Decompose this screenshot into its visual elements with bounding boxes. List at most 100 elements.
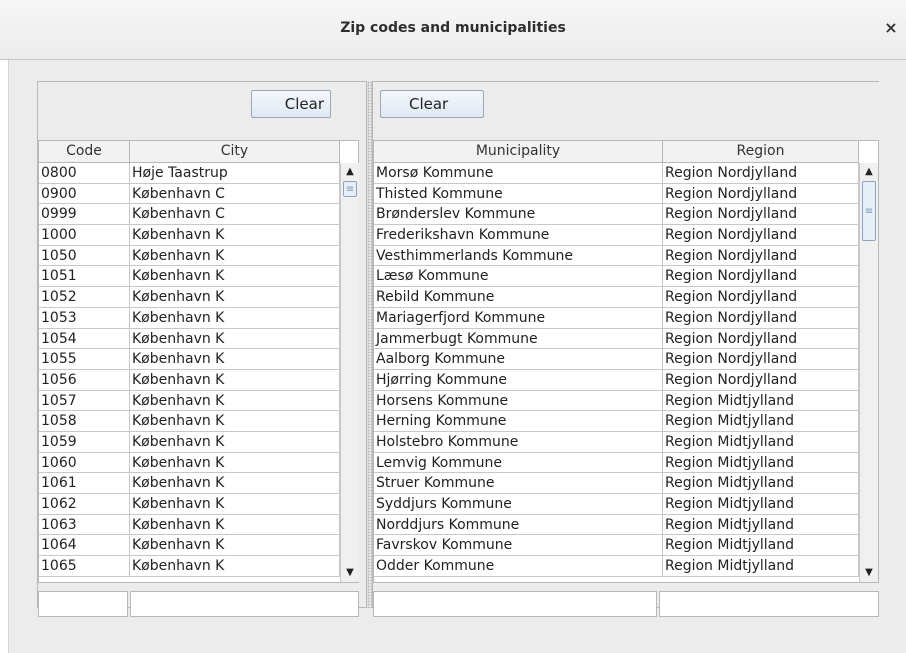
scroll-thumb[interactable]: ≡: [862, 181, 876, 241]
clear-zip-button[interactable]: Clear: [251, 90, 331, 118]
region-cell[interactable]: Region Midtjylland: [663, 535, 859, 557]
table-row[interactable]: Mariagerfjord Kommune Region Nordjylland: [374, 307, 859, 329]
code-cell[interactable]: 1050: [39, 245, 130, 267]
code-cell[interactable]: 0900: [39, 183, 130, 205]
table-row[interactable]: Holstebro Kommune Region Midtjylland: [374, 431, 859, 453]
clear-municipality-button[interactable]: Clear: [380, 90, 484, 118]
table-row[interactable]: Herning Kommune Region Midtjylland: [374, 411, 859, 432]
code-cell[interactable]: 1055: [39, 349, 130, 370]
region-cell[interactable]: Region Midtjylland: [663, 473, 859, 494]
region-cell[interactable]: Region Nordjylland: [663, 204, 859, 226]
municipality-cell[interactable]: Struer Kommune: [374, 473, 663, 494]
table-row[interactable]: Struer Kommune Region Midtjylland: [374, 473, 859, 494]
table-row[interactable]: Aalborg Kommune Region Nordjylland: [374, 349, 859, 370]
city-cell[interactable]: København K: [130, 369, 340, 391]
table-row[interactable]: Rebild Kommune Region Nordjylland: [374, 287, 859, 308]
region-filter-input[interactable]: [659, 591, 879, 617]
region-cell[interactable]: Region Midtjylland: [663, 390, 859, 412]
municipality-cell[interactable]: Mariagerfjord Kommune: [374, 307, 663, 329]
region-cell[interactable]: Region Midtjylland: [663, 514, 859, 536]
table-row[interactable]: 1063 København K: [39, 514, 340, 536]
region-cell[interactable]: Region Midtjylland: [663, 494, 859, 515]
code-cell[interactable]: 1052: [39, 287, 130, 308]
table-row[interactable]: 1057 København K: [39, 390, 340, 412]
table-row[interactable]: 1052 København K: [39, 287, 340, 308]
city-cell[interactable]: København K: [130, 225, 340, 246]
region-cell[interactable]: Region Nordjylland: [663, 225, 859, 246]
table-row[interactable]: Brønderslev Kommune Region Nordjylland: [374, 204, 859, 226]
municipality-cell[interactable]: Morsø Kommune: [374, 163, 663, 184]
table-row[interactable]: Norddjurs Kommune Region Midtjylland: [374, 514, 859, 536]
table-row[interactable]: 1060 København K: [39, 452, 340, 474]
municipality-cell[interactable]: Læsø Kommune: [374, 266, 663, 288]
city-cell[interactable]: København K: [130, 473, 340, 494]
city-cell[interactable]: København K: [130, 390, 340, 412]
table-row[interactable]: 0800 Høje Taastrup: [39, 163, 340, 184]
table-row[interactable]: Læsø Kommune Region Nordjylland: [374, 266, 859, 288]
municipality-cell[interactable]: Norddjurs Kommune: [374, 514, 663, 536]
city-cell[interactable]: København K: [130, 411, 340, 432]
table-row[interactable]: Lemvig Kommune Region Midtjylland: [374, 452, 859, 474]
column-header-city[interactable]: City: [130, 141, 340, 162]
city-cell[interactable]: Høje Taastrup: [130, 163, 340, 184]
city-cell[interactable]: København K: [130, 494, 340, 515]
region-cell[interactable]: Region Nordjylland: [663, 266, 859, 288]
region-cell[interactable]: Region Midtjylland: [663, 431, 859, 453]
table-row[interactable]: Frederikshavn Kommune Region Nordjylland: [374, 225, 859, 246]
code-cell[interactable]: 1058: [39, 411, 130, 432]
code-cell[interactable]: 1053: [39, 307, 130, 329]
city-cell[interactable]: København K: [130, 328, 340, 350]
municipality-cell[interactable]: Odder Kommune: [374, 556, 663, 577]
table-row[interactable]: 1051 København K: [39, 266, 340, 288]
scroll-down-icon[interactable]: ▼: [341, 564, 359, 582]
table-row[interactable]: Hjørring Kommune Region Nordjylland: [374, 369, 859, 391]
table-row[interactable]: 1058 København K: [39, 411, 340, 432]
region-cell[interactable]: Region Nordjylland: [663, 287, 859, 308]
table-row[interactable]: 1000 København K: [39, 225, 340, 246]
column-header-region[interactable]: Region: [663, 141, 859, 162]
city-cell[interactable]: København K: [130, 452, 340, 474]
municipality-cell[interactable]: Holstebro Kommune: [374, 431, 663, 453]
column-header-code[interactable]: Code: [39, 141, 130, 162]
table-row[interactable]: 1050 København K: [39, 245, 340, 267]
municipality-cell[interactable]: Frederikshavn Kommune: [374, 225, 663, 246]
code-cell[interactable]: 1057: [39, 390, 130, 412]
table-row[interactable]: Vesthimmerlands Kommune Region Nordjyllan…: [374, 245, 859, 267]
municipality-cell[interactable]: Lemvig Kommune: [374, 452, 663, 474]
region-cell[interactable]: Region Nordjylland: [663, 183, 859, 205]
code-cell[interactable]: 1059: [39, 431, 130, 453]
city-cell[interactable]: København K: [130, 349, 340, 370]
city-cell[interactable]: København K: [130, 245, 340, 267]
city-cell[interactable]: København K: [130, 514, 340, 536]
table-row[interactable]: 1059 København K: [39, 431, 340, 453]
table-row[interactable]: 1062 København K: [39, 494, 340, 515]
scroll-up-icon[interactable]: ▲: [860, 163, 878, 181]
region-cell[interactable]: Region Nordjylland: [663, 163, 859, 184]
city-cell[interactable]: København K: [130, 307, 340, 329]
municipality-cell[interactable]: Jammerbugt Kommune: [374, 328, 663, 350]
table-row[interactable]: 1061 København K: [39, 473, 340, 494]
table-row[interactable]: Thisted Kommune Region Nordjylland: [374, 183, 859, 205]
title-bar[interactable]: Zip codes and municipalities ×: [0, 0, 906, 60]
region-cell[interactable]: Region Midtjylland: [663, 452, 859, 474]
table-row[interactable]: Morsø Kommune Region Nordjylland: [374, 163, 859, 184]
code-filter-input[interactable]: [38, 591, 128, 617]
table-row[interactable]: 0900 København C: [39, 183, 340, 205]
code-cell[interactable]: 1062: [39, 494, 130, 515]
city-cell[interactable]: København K: [130, 266, 340, 288]
code-cell[interactable]: 1063: [39, 514, 130, 536]
city-filter-input[interactable]: [130, 591, 359, 617]
code-cell[interactable]: 1000: [39, 225, 130, 246]
table-row[interactable]: Jammerbugt Kommune Region Nordjylland: [374, 328, 859, 350]
close-icon[interactable]: ×: [882, 18, 900, 38]
region-cell[interactable]: Region Nordjylland: [663, 328, 859, 350]
city-cell[interactable]: København K: [130, 535, 340, 557]
code-cell[interactable]: 1060: [39, 452, 130, 474]
municipality-cell[interactable]: Rebild Kommune: [374, 287, 663, 308]
city-cell[interactable]: København K: [130, 431, 340, 453]
table-row[interactable]: Odder Kommune Region Midtjylland: [374, 556, 859, 577]
region-cell[interactable]: Region Midtjylland: [663, 411, 859, 432]
municipality-cell[interactable]: Horsens Kommune: [374, 390, 663, 412]
table-row[interactable]: 1064 København K: [39, 535, 340, 557]
code-cell[interactable]: 0999: [39, 204, 130, 226]
